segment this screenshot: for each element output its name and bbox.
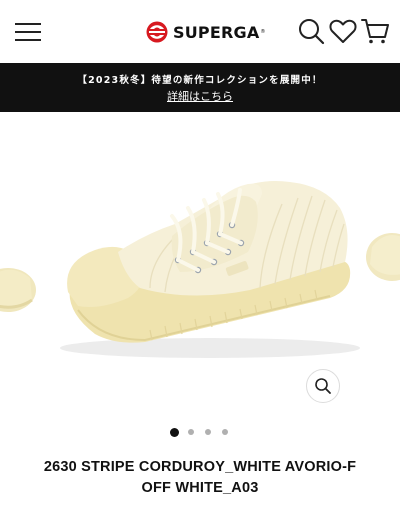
previous-slide-shoe-image — [0, 268, 36, 312]
brand-logo[interactable]: SUPERGA ® — [144, 20, 265, 44]
zoom-icon — [315, 378, 331, 394]
gallery-dot-3[interactable] — [205, 429, 211, 435]
gallery-dot-2[interactable] — [188, 429, 194, 435]
announcement-details-link[interactable]: 詳細はこちら — [0, 88, 400, 104]
product-image-shoe — [0, 181, 400, 358]
next-slide-shoe-image — [366, 233, 400, 281]
zoom-button[interactable] — [306, 369, 340, 403]
gallery-dot-1[interactable] — [170, 427, 179, 437]
hamburger-menu-icon[interactable] — [15, 20, 41, 42]
product-title: 2630 STRIPE CORDUROY_WHITE AVORIO-F OFF … — [10, 457, 390, 499]
logo-text: SUPERGA — [173, 22, 260, 42]
search-icon[interactable] — [296, 16, 326, 46]
announcement-banner: 【2023秋冬】待望の新作コレクションを展開中！ 詳細はこちら — [0, 63, 400, 112]
site-header: SUPERGA ® — [0, 0, 400, 63]
product-title-line-1: 2630 STRIPE CORDUROY_WHITE AVORIO-F — [43, 459, 357, 475]
announcement-text: 【2023秋冬】待望の新作コレクションを展開中！ — [77, 75, 323, 86]
heart-icon[interactable] — [328, 16, 358, 46]
gallery-dot-4[interactable] — [222, 429, 228, 435]
cart-icon[interactable] — [360, 16, 390, 46]
superga-logo-mark — [146, 21, 168, 43]
logo-registered-mark: ® — [260, 29, 266, 35]
product-title-line-2: OFF WHITE_A03 — [141, 480, 259, 496]
gallery-pagination — [170, 427, 239, 437]
product-image-gallery[interactable] — [0, 112, 400, 412]
main-shoe-image — [60, 181, 360, 358]
